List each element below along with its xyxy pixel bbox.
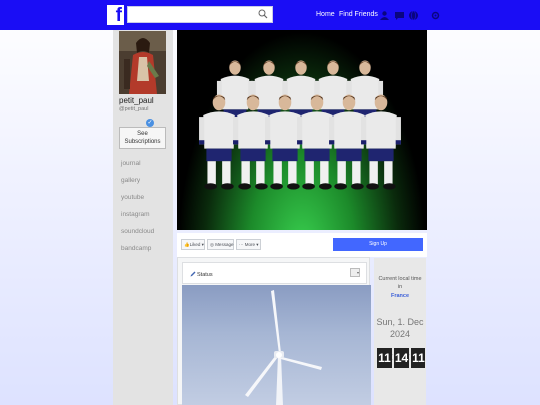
friend-requests-icon[interactable]	[379, 10, 390, 21]
local-time-country[interactable]: France	[376, 293, 424, 299]
subscriptions-button-line1: See	[137, 131, 148, 137]
sidebar-link-instagram[interactable]: instagram	[121, 211, 154, 228]
search-box	[127, 6, 273, 23]
messages-icon[interactable]	[394, 10, 405, 21]
nav-home-link[interactable]: Home	[316, 11, 335, 18]
nav-find-friends-link[interactable]: Find Friends	[339, 11, 378, 18]
profile-action-bar: 👍Liked ▾ ◎ Message ··· More ▾ Sign Up	[177, 233, 427, 257]
search-icon[interactable]	[258, 9, 268, 19]
clock-hours: 11	[377, 348, 392, 368]
digital-clock: 11 : 14 : 11	[377, 348, 425, 368]
profile-name: petit_paul	[119, 96, 154, 105]
profile-links: journal gallery youtube instagram soundc…	[121, 160, 154, 262]
local-time-date: Sun, 1. Dec 2024	[376, 316, 424, 340]
clock-seconds: 11	[411, 348, 425, 368]
liked-label: Liked	[189, 242, 201, 247]
date-line-year: 2024	[389, 329, 411, 339]
top-navigation-bar: f Home Find Friends	[0, 0, 540, 30]
nav-icons-group	[379, 10, 441, 22]
more-label: More	[244, 242, 256, 247]
clock-minutes: 14	[394, 348, 409, 368]
facebook-logo[interactable]: f	[107, 5, 124, 25]
wind-turbine-photo[interactable]	[182, 285, 371, 405]
status-options-dropdown[interactable]	[350, 268, 360, 277]
liked-button[interactable]: 👍Liked ▾	[181, 239, 205, 250]
sidebar-link-bandcamp[interactable]: bandcamp	[121, 245, 154, 262]
cover-photo-figures	[199, 60, 401, 190]
status-title: Status	[197, 272, 213, 278]
globe-icon[interactable]	[408, 10, 419, 21]
more-button[interactable]: ··· More ▾	[236, 239, 261, 250]
wind-turbine-graphic	[245, 290, 322, 405]
local-time-widget: Current local time in France Sun, 1. Dec…	[374, 258, 426, 405]
pencil-icon	[190, 271, 196, 277]
sidebar-link-gallery[interactable]: gallery	[121, 177, 154, 194]
profile-avatar[interactable]	[119, 31, 166, 94]
settings-icon[interactable]	[430, 10, 441, 21]
status-composer-card: Status	[177, 257, 371, 405]
sidebar-link-youtube[interactable]: youtube	[121, 194, 154, 211]
message-button[interactable]: ◎ Message	[207, 239, 234, 250]
date-line-weekday: Sun, 1. Dec	[376, 317, 424, 327]
cover-photo[interactable]	[177, 30, 427, 230]
sidebar-link-soundcloud[interactable]: soundcloud	[121, 228, 154, 245]
message-label: Message	[215, 242, 234, 247]
local-time-label: Current local time in	[378, 276, 422, 290]
search-input[interactable]	[128, 7, 253, 22]
sign-up-button[interactable]: Sign Up	[333, 238, 423, 251]
chevron-down-icon	[357, 272, 359, 274]
sidebar-link-journal[interactable]: journal	[121, 160, 154, 177]
profile-handle: @petit_paul	[119, 106, 149, 112]
status-header[interactable]: Status	[182, 262, 367, 284]
dropdown-caret-icon: ▾	[255, 242, 259, 247]
subscriptions-button-line2: Subscriptions	[124, 139, 161, 145]
see-subscriptions-button[interactable]: See Subscriptions	[119, 127, 166, 149]
verified-check-icon: ✓	[146, 119, 154, 127]
dropdown-caret-icon: ▾	[200, 242, 204, 247]
